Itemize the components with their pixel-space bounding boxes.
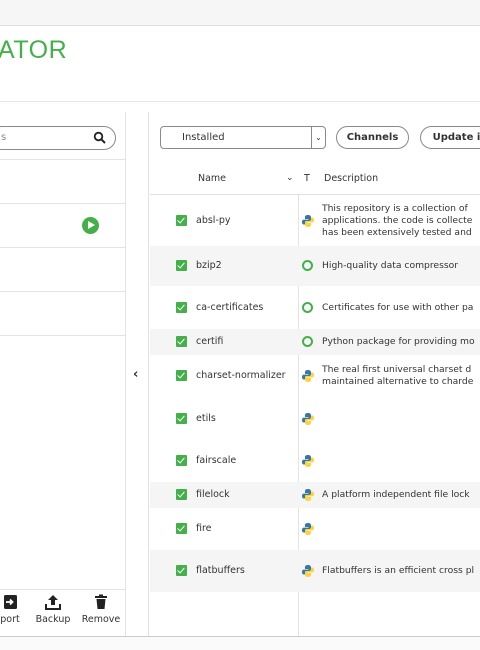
window-top-bar xyxy=(0,0,480,26)
installed-checkbox[interactable] xyxy=(176,523,187,534)
table-row[interactable]: bzip2 High-quality data compressor xyxy=(150,246,480,286)
python-icon xyxy=(302,565,314,577)
python-icon xyxy=(302,455,314,467)
installed-checkbox[interactable] xyxy=(176,455,187,466)
environment-search-input[interactable]: s xyxy=(0,126,116,150)
python-icon xyxy=(302,215,314,227)
table-row[interactable]: filelock A platform independent file lock xyxy=(150,482,480,508)
status-bar xyxy=(0,636,480,650)
environment-item-active[interactable] xyxy=(0,204,126,248)
remove-button[interactable]: Remove xyxy=(80,594,122,625)
package-description: has been extensively tested and xyxy=(322,227,472,238)
package-description: A platform independent file lock xyxy=(322,489,470,500)
package-name: charset-normalizer xyxy=(196,370,286,381)
chevron-down-icon[interactable]: ⌄ xyxy=(311,127,325,148)
table-header: Name ⌄ T Description xyxy=(150,162,480,195)
play-icon[interactable] xyxy=(82,217,99,234)
import-label: port xyxy=(0,614,20,625)
conda-icon xyxy=(302,302,313,313)
package-name: flatbuffers xyxy=(196,565,245,576)
installed-checkbox[interactable] xyxy=(176,336,187,347)
package-name: ca-certificates xyxy=(196,302,264,313)
installed-checkbox[interactable] xyxy=(176,215,187,226)
backup-label: Backup xyxy=(35,614,71,625)
environment-item[interactable] xyxy=(0,292,126,336)
package-description: The real first universal charset d xyxy=(322,364,472,375)
installed-checkbox[interactable] xyxy=(176,565,187,576)
column-header-description[interactable]: Description xyxy=(324,173,378,184)
table-row[interactable]: flatbuffers Flatbuffers is an efficient c… xyxy=(150,550,480,592)
python-icon xyxy=(302,370,314,382)
table-row[interactable]: absl-py This repository is a collection o… xyxy=(150,195,480,246)
upload-icon xyxy=(45,595,61,610)
channels-button[interactable]: Channels xyxy=(336,126,409,149)
import-button[interactable]: port xyxy=(0,594,28,625)
package-description: Python package for providing mo xyxy=(322,336,475,347)
package-name: certifi xyxy=(196,336,224,347)
search-icon[interactable] xyxy=(93,131,107,145)
sort-chevron-icon[interactable]: ⌄ xyxy=(286,173,294,183)
table-row[interactable]: etils xyxy=(150,397,480,440)
table-row[interactable]: fairscale xyxy=(150,440,480,482)
package-description: High-quality data compressor xyxy=(322,260,459,271)
chevron-left-icon: ‹ xyxy=(133,367,139,382)
environment-item[interactable] xyxy=(0,159,126,204)
package-filter-select[interactable]: Installed ⌄ xyxy=(160,126,326,149)
collapse-panel-button[interactable]: ‹ xyxy=(126,112,149,636)
python-icon xyxy=(302,489,314,501)
package-name: fairscale xyxy=(196,455,237,466)
python-icon xyxy=(302,413,314,425)
packages-table: Name ⌄ T Description absl-py This reposit… xyxy=(150,162,480,636)
package-name: etils xyxy=(196,413,216,424)
app-title: ATOR xyxy=(0,36,68,64)
conda-icon xyxy=(302,336,313,347)
backup-button[interactable]: Backup xyxy=(34,594,72,625)
table-row[interactable]: charset-normalizer The real first univers… xyxy=(150,355,480,397)
table-row[interactable]: fire xyxy=(150,508,480,550)
installed-checkbox[interactable] xyxy=(176,370,187,381)
installed-checkbox[interactable] xyxy=(176,413,187,424)
import-icon xyxy=(4,595,17,609)
environment-actions: port Backup Remove xyxy=(0,589,126,636)
installed-checkbox[interactable] xyxy=(176,489,187,500)
package-description: Certificates for use with other pa xyxy=(322,302,474,313)
package-description: This repository is a collection of xyxy=(322,203,468,214)
conda-icon xyxy=(302,260,313,271)
search-placeholder: s xyxy=(1,132,7,143)
table-row[interactable]: certifi Python package for providing mo xyxy=(150,329,480,355)
environment-item[interactable] xyxy=(0,248,126,292)
package-name: bzip2 xyxy=(196,260,222,271)
installed-checkbox[interactable] xyxy=(176,302,187,313)
packages-toolbar: Installed ⌄ Channels Update in xyxy=(150,112,480,162)
app-header xyxy=(0,26,480,102)
update-index-button[interactable]: Update in xyxy=(420,126,480,149)
remove-label: Remove xyxy=(81,614,121,625)
package-description: Flatbuffers is an efficient cross pl xyxy=(322,565,475,576)
package-name: absl-py xyxy=(196,215,231,226)
python-icon xyxy=(302,523,314,535)
package-description: applications. the code is collecte xyxy=(322,215,473,226)
package-description: maintained alternative to charde xyxy=(322,376,474,387)
column-header-name[interactable]: Name xyxy=(198,173,226,184)
package-name: filelock xyxy=(196,489,230,500)
package-name: fire xyxy=(196,523,212,534)
table-row[interactable]: ca-certificates Certificates for use with… xyxy=(150,286,480,329)
installed-checkbox[interactable] xyxy=(176,260,187,271)
column-header-type[interactable]: T xyxy=(304,173,310,184)
trash-icon xyxy=(95,594,107,609)
filter-value: Installed xyxy=(182,132,225,143)
